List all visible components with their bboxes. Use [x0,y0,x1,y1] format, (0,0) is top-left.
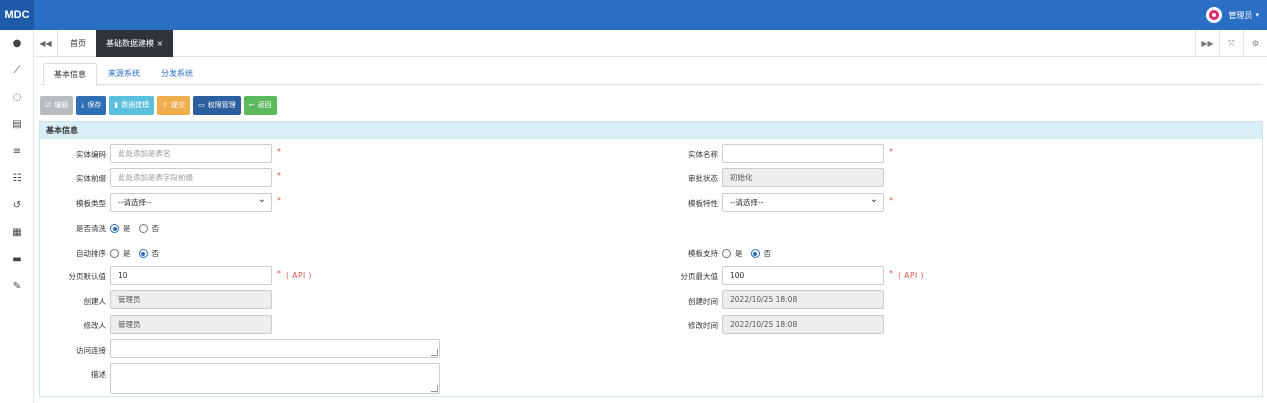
required-mark: * [277,147,281,156]
entity-prefix-label: 实体前缀 [76,174,106,183]
list-icon[interactable]: ≡ [0,142,34,162]
subtab-source-system[interactable]: 来源系统 [98,63,150,85]
is-clean-no-radio[interactable] [138,224,148,233]
template-type-label: 模板类型 [76,199,106,208]
api-note: ( API ) [898,271,924,280]
edit-button[interactable]: ☑ 编辑 [40,96,74,115]
api-note: ( API ) [286,271,312,280]
permission-button[interactable]: ▭ 权限管理 [193,96,241,115]
share-icon: ⇪ [162,101,169,109]
required-mark: * [277,269,281,278]
modify-time-label: 修改时间 [688,321,718,330]
wrench-icon[interactable]: ✎ [0,277,34,297]
tab-home[interactable]: 首页 [60,30,96,57]
page-max-input[interactable]: 100 [722,266,884,285]
entity-name-input[interactable] [722,144,884,163]
history-icon[interactable]: ↺ [0,196,34,216]
entity-code-label: 实体编码 [76,150,106,159]
user-name[interactable]: 管理员 [1228,10,1252,21]
save-button[interactable]: ⤓ 保存 [76,96,107,115]
creator-label: 创建人 [83,297,107,306]
subtab-distribution-system[interactable]: 分发系统 [151,63,203,85]
map-pin-icon [1206,7,1223,23]
access-link-label: 访问连接 [76,346,106,355]
subtab-basic-info[interactable]: 基本信息 [43,63,97,86]
arrow-left-icon: ← [248,101,255,109]
template-support-label: 模板支持 [688,249,718,258]
chart-line-icon[interactable]: ⟋ [0,61,34,81]
dot-icon[interactable]: ● [0,34,34,54]
spinner-icon[interactable]: ◌ [0,88,34,108]
auto-sort-no-radio[interactable] [138,249,148,258]
sidebar: ● ⟋ ◌ ▤ ≡ ☷ ↺ ▦ ▬ ✎ [0,30,34,403]
back-button[interactable]: ← 返回 [243,96,277,115]
top-navbar: MDC 管理员 ▾ [0,0,1267,30]
submit-button[interactable]: ⇪ 提交 [157,96,191,115]
tab-label: 基础数据建模 [106,39,154,48]
database-icon[interactable]: ▤ [0,115,34,135]
template-feature-label: 模板特性 [688,199,718,208]
required-mark: * [277,196,281,205]
template-feature-select[interactable]: --请选择-- [722,191,884,212]
briefcase-icon: ▭ [198,101,205,109]
is-clean-label: 是否清洗 [76,224,106,233]
page-default-input[interactable]: 10 [110,266,272,285]
gear-icon[interactable]: ⚙ [1243,30,1267,57]
entity-code-input[interactable]: 此处添加是表名 [110,144,272,163]
modifier-field: 管理员 [110,315,272,334]
download-icon: ⤓ [81,101,85,109]
app-logo[interactable]: MDC [0,0,34,30]
modify-time-field: 2022/10/25 18:08 [722,315,884,334]
approval-status-label: 审批状态 [688,174,718,183]
required-mark: * [889,269,893,278]
toolbar: ☑ 编辑 ⤓ 保存 ▮ 数据建模 ⇪ 提交 ▭ 权限管理 ← 返回 [40,96,280,115]
inbox-icon[interactable]: ▬ [0,250,34,270]
auto-sort-yes-radio[interactable] [110,249,119,258]
entity-prefix-input[interactable]: 此处添加是表字段前缀 [110,168,272,187]
required-mark: * [889,196,893,205]
user-menu[interactable]: 管理员 ▾ [1206,0,1259,30]
fullscreen-icon[interactable]: ⤧ [1219,30,1243,57]
page-tabs: ◀◀ 首页 基础数据建模 × ▶▶ ⤧ ⚙ [34,30,1267,57]
description-label: 描述 [91,370,106,379]
close-icon[interactable]: × [157,39,164,48]
page-max-label: 分页最大值 [680,272,719,281]
entity-name-label: 实体名称 [688,150,718,159]
template-support-yes-radio[interactable] [722,249,731,258]
edit-icon: ☑ [45,101,52,109]
panel-title: 基本信息 [40,122,1262,139]
data-model-button[interactable]: ▮ 数据建模 [109,96,155,115]
approval-status-field: 初始化 [722,168,884,187]
chevron-down-icon[interactable]: ▾ [1255,11,1259,19]
is-clean-radio-group: 是 否 [110,223,167,234]
modifier-label: 修改人 [83,321,107,330]
grid-list-icon[interactable]: ☷ [0,169,34,189]
access-link-textarea[interactable] [110,339,440,358]
bar-chart-icon: ▮ [114,101,119,109]
creator-field: 管理员 [110,290,272,309]
is-clean-yes-radio[interactable] [110,224,119,233]
create-time-field: 2022/10/25 18:08 [722,290,884,309]
auto-sort-label: 自动排序 [76,249,106,258]
required-mark: * [889,147,893,156]
tabs-scroll-left-button[interactable]: ◀◀ [34,30,58,57]
template-type-select[interactable]: --请选择-- [110,191,272,212]
create-time-label: 创建时间 [688,297,718,306]
template-support-no-radio[interactable] [750,249,760,258]
auto-sort-radio-group: 是 否 [110,248,167,259]
tabs-scroll-right-button[interactable]: ▶▶ [1195,30,1219,57]
tab-data-modeling[interactable]: 基础数据建模 × [96,30,174,57]
page-default-label: 分页默认值 [68,272,107,281]
required-mark: * [277,171,281,180]
film-icon[interactable]: ▦ [0,223,34,243]
sub-tabs: 基本信息 来源系统 分发系统 [40,63,1262,86]
template-support-radio-group: 是 否 [722,248,779,259]
description-textarea[interactable] [110,363,440,394]
